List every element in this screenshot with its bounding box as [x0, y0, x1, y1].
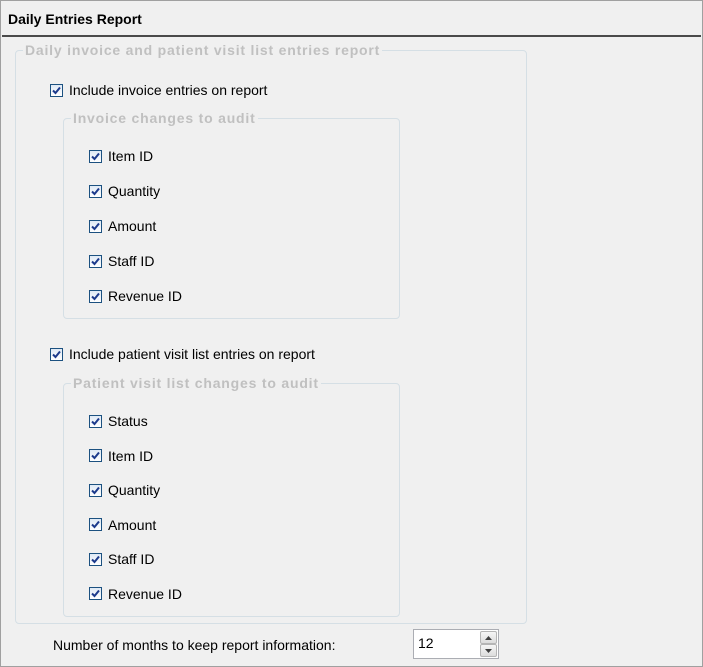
audit-item-checkbox[interactable]: Amount: [89, 517, 156, 533]
audit-item-checkbox[interactable]: Item ID: [89, 448, 153, 464]
daily-report-group-legend: Daily invoice and patient visit list ent…: [25, 42, 381, 58]
check-icon: [91, 257, 100, 265]
audit-item-checkbox[interactable]: Staff ID: [89, 551, 154, 567]
include-visit-checkbox[interactable]: Include patient visit list entries on re…: [50, 346, 315, 362]
audit-item-label: Amount: [108, 516, 157, 533]
checkbox-box[interactable]: [89, 552, 102, 566]
panel-title: Daily Entries Report: [8, 11, 142, 27]
checkbox-box[interactable]: [89, 483, 102, 497]
audit-item-checkbox[interactable]: Amount: [89, 218, 156, 234]
audit-item-checkbox[interactable]: Staff ID: [89, 253, 154, 269]
audit-item-label: Staff ID: [108, 551, 155, 567]
retention-label: Number of months to keep report informat…: [53, 637, 336, 653]
daily-entries-panel: Daily Entries Report Daily invoice and p…: [0, 0, 703, 667]
spin-down-button[interactable]: [480, 644, 497, 657]
audit-item-label: Item ID: [108, 148, 154, 164]
include-invoice-label: Include invoice entries on report: [69, 82, 268, 98]
check-icon: [52, 86, 61, 94]
checkbox-box[interactable]: [89, 289, 102, 303]
check-icon: [91, 451, 100, 460]
audit-item-checkbox[interactable]: Quantity: [89, 482, 160, 498]
arrow-down-icon: [485, 648, 492, 653]
check-icon: [91, 520, 100, 529]
check-icon: [91, 152, 100, 160]
audit-item-checkbox[interactable]: Revenue ID: [89, 586, 182, 602]
check-icon: [91, 292, 100, 300]
audit-item-checkbox[interactable]: Revenue ID: [89, 288, 182, 304]
check-icon: [91, 417, 100, 425]
panel-header: Daily Entries Report: [2, 2, 701, 37]
audit-item-checkbox[interactable]: Item ID: [89, 148, 153, 164]
checkbox-box[interactable]: [50, 83, 63, 97]
checkbox-box[interactable]: [89, 449, 102, 462]
checkbox-box[interactable]: [89, 219, 102, 233]
checkbox-box[interactable]: [89, 518, 102, 531]
audit-item-label: Item ID: [108, 447, 154, 464]
invoice-audit-legend: Invoice changes to audit: [73, 110, 256, 126]
audit-item-label: Status: [108, 413, 148, 429]
check-icon: [91, 486, 100, 494]
audit-item-label: Staff ID: [108, 253, 155, 269]
audit-item-label: Revenue ID: [108, 288, 182, 304]
include-invoice-checkbox[interactable]: Include invoice entries on report: [50, 82, 267, 98]
check-icon: [91, 589, 100, 598]
audit-item-label: Amount: [108, 218, 157, 234]
checkbox-box[interactable]: [89, 149, 102, 163]
arrow-up-icon: [485, 635, 492, 640]
audit-item-checkbox[interactable]: Status: [89, 413, 148, 429]
spin-up-button[interactable]: [480, 631, 497, 644]
audit-item-label: Revenue ID: [108, 585, 182, 602]
retention-months-value[interactable]: 12: [418, 635, 434, 651]
audit-item-label: Quantity: [108, 183, 161, 199]
audit-item-label: Quantity: [108, 482, 161, 498]
check-icon: [91, 222, 100, 230]
include-visit-label: Include patient visit list entries on re…: [69, 346, 315, 362]
checkbox-box[interactable]: [89, 254, 102, 268]
retention-months-spinner[interactable]: 12: [413, 629, 499, 659]
checkbox-box[interactable]: [50, 347, 63, 361]
check-icon: [91, 187, 100, 195]
audit-item-checkbox[interactable]: Quantity: [89, 183, 160, 199]
checkbox-box[interactable]: [89, 414, 102, 428]
check-icon: [52, 350, 61, 358]
check-icon: [91, 555, 100, 563]
checkbox-box[interactable]: [89, 184, 102, 198]
checkbox-box[interactable]: [89, 587, 102, 600]
visit-audit-legend: Patient visit list changes to audit: [73, 375, 319, 391]
